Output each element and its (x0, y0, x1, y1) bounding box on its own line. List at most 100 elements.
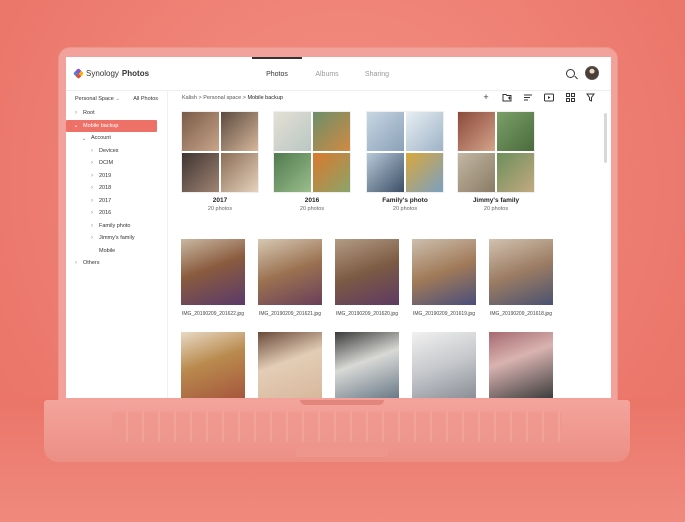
tree-item[interactable]: › 2016 (66, 207, 167, 220)
main-content: Kalish > Personal space > Mobile backup … (168, 91, 611, 398)
photo-card[interactable]: IMG_20190209_201620.jpg (335, 239, 399, 317)
chevron-right-icon[interactable]: › (72, 110, 80, 116)
all-photos-link[interactable]: All Photos (133, 96, 158, 107)
photo-thumbnail (181, 239, 245, 305)
search-icon[interactable] (566, 68, 575, 78)
tree-item-label: 2019 (99, 172, 112, 179)
album-card[interactable]: 2016 20 photos (273, 111, 351, 212)
album-card[interactable]: 2017 20 photos (181, 111, 259, 212)
app-logo[interactable]: Synology Photos (73, 68, 150, 79)
tree-item[interactable]: › Root (66, 107, 167, 120)
sort-icon[interactable] (522, 91, 534, 103)
cover-thumbnail (221, 153, 258, 192)
tab-sharing[interactable]: Sharing (352, 57, 402, 91)
chevron-right-icon[interactable]: › (88, 160, 96, 166)
folder-add-icon[interactable] (501, 91, 513, 103)
photo-thumbnail[interactable] (489, 332, 553, 398)
tree-item[interactable]: ⌄ Mobile backup (66, 119, 157, 132)
tree-item[interactable]: Mobile (66, 245, 167, 258)
grid-view-icon[interactable] (564, 91, 576, 103)
photo-card[interactable]: IMG_20190209_201619.jpg (412, 239, 476, 317)
space-selector[interactable]: Personal Space ⌄ (75, 96, 120, 107)
avatar[interactable] (585, 66, 599, 80)
top-right-actions (566, 66, 599, 80)
tree-item[interactable]: › Devices (66, 145, 167, 158)
tree-item[interactable]: › 2017 (66, 195, 167, 208)
tree-item-label: 2018 (99, 185, 112, 192)
space-label: Personal Space (75, 96, 114, 102)
album-name: Jimmy's family (472, 197, 520, 204)
filter-icon[interactable] (585, 91, 597, 103)
tree-item[interactable]: ⌄ Account (66, 132, 167, 145)
logo-product: Photos (121, 69, 150, 78)
album-card[interactable]: Family's photo 20 photos (366, 111, 444, 212)
photo-thumbnail[interactable] (412, 332, 476, 398)
cover-thumbnail (458, 153, 495, 192)
slideshow-icon[interactable] (543, 91, 555, 103)
tree-item-label: Others (83, 260, 100, 267)
tab-photos[interactable]: Photos (252, 57, 302, 91)
tree-item[interactable]: › Others (66, 257, 167, 270)
chevron-right-icon[interactable]: › (88, 148, 96, 154)
chevron-down-icon[interactable]: ⌄ (80, 135, 88, 142)
photo-card[interactable]: IMG_20190209_201618.jpg (489, 239, 553, 317)
photo-thumbnail (412, 239, 476, 305)
tree-item-label: Root (83, 110, 95, 117)
photo-thumbnail (489, 239, 553, 305)
tree-item[interactable]: › 2019 (66, 170, 167, 183)
tree-item-label: 2017 (99, 197, 112, 204)
photo-thumbnail[interactable] (181, 332, 245, 398)
chevron-right-icon[interactable]: › (72, 260, 80, 266)
breadcrumb-current: Mobile backup (247, 95, 283, 101)
tree-item-label: DCIM (99, 160, 114, 167)
tree-item[interactable]: › 2018 (66, 182, 167, 195)
photo-thumbnail (258, 239, 322, 305)
chevron-right-icon[interactable]: › (88, 198, 96, 204)
tree-item-label: Jimmy's family (99, 235, 135, 242)
photo-card[interactable]: IMG_20190209_201622.jpg (181, 239, 245, 317)
cover-thumbnail (313, 153, 350, 192)
chevron-right-icon[interactable]: › (88, 173, 96, 179)
chevron-right-icon[interactable]: › (88, 185, 96, 191)
album-name: Family's photo (382, 197, 428, 204)
laptop-keyboard (112, 412, 562, 442)
tab-albums[interactable]: Albums (302, 57, 352, 91)
cover-thumbnail (406, 112, 443, 151)
photo-filename: IMG_20190209_201618.jpg (490, 311, 552, 317)
tree-item[interactable]: › DCIM (66, 157, 167, 170)
plus-icon[interactable]: + (480, 91, 492, 103)
cover-thumbnail (458, 112, 495, 151)
album-count: 20 photos (483, 206, 509, 212)
folder-tree: › Root ⌄ Mobile backup ⌄ Account › Devices › DCIM… (66, 107, 167, 270)
photo-filename: IMG_20190209_201619.jpg (413, 311, 475, 317)
laptop-trackpad (296, 447, 388, 457)
cover-thumbnail (497, 112, 534, 151)
photo-thumbnail[interactable] (335, 332, 399, 398)
tree-item-label: Account (91, 135, 111, 142)
cover-thumbnail (274, 153, 311, 192)
tree-item[interactable]: › Jimmy's family (66, 232, 167, 245)
laptop-hinge (300, 400, 384, 405)
album-cover (366, 111, 444, 193)
scrollbar[interactable] (604, 113, 607, 163)
album-cover (457, 111, 535, 193)
album-count: 20 photos (299, 206, 325, 212)
tree-item-label: 2016 (99, 210, 112, 217)
main-tabs: Photos Albums Sharing (252, 57, 402, 91)
photo-card[interactable]: IMG_20190209_201621.jpg (258, 239, 322, 317)
album-name: 2017 (212, 197, 228, 204)
album-cover (181, 111, 259, 193)
album-card[interactable]: Jimmy's family 20 photos (457, 111, 535, 212)
chevron-right-icon[interactable]: › (88, 223, 96, 229)
tree-item[interactable]: › Family photo (66, 220, 167, 233)
chevron-right-icon[interactable]: › (88, 235, 96, 241)
chevron-right-icon[interactable]: › (88, 210, 96, 216)
photo-thumbnail[interactable] (258, 332, 322, 398)
sidebar-header: Personal Space ⌄ All Photos (66, 91, 167, 107)
breadcrumb-path[interactable]: Kalish > Personal space > (182, 95, 247, 101)
chevron-down-icon[interactable]: ⌄ (72, 122, 80, 129)
photo-filename: IMG_20190209_201621.jpg (259, 311, 321, 317)
album-cover (273, 111, 351, 193)
cover-thumbnail (274, 112, 311, 151)
cover-thumbnail (367, 153, 404, 192)
